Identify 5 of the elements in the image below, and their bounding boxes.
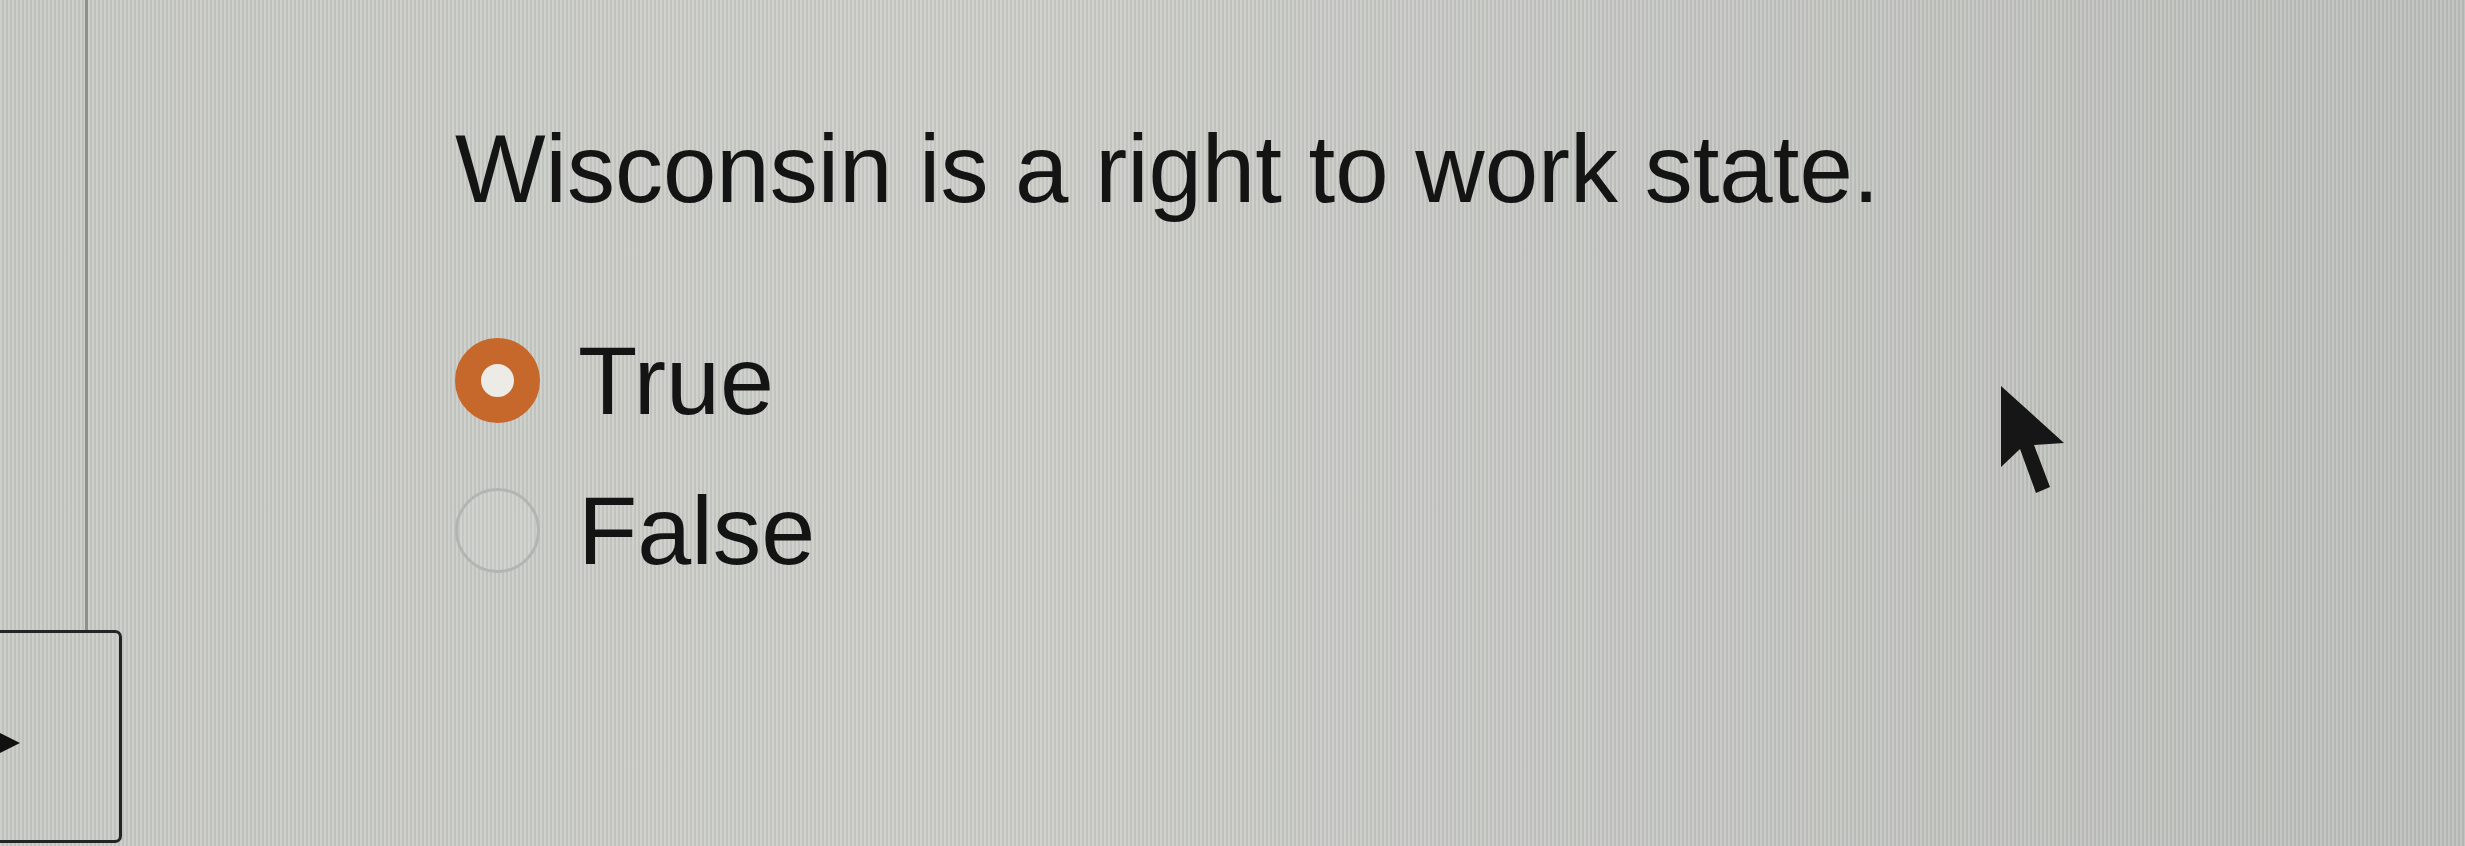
option-label[interactable]: True — [578, 324, 774, 437]
option-label[interactable]: False — [578, 474, 816, 587]
mouse-cursor-icon — [2000, 385, 2066, 495]
triangle-icon — [0, 733, 20, 753]
question-text: Wisconsin is a right to work state. — [455, 114, 1881, 224]
